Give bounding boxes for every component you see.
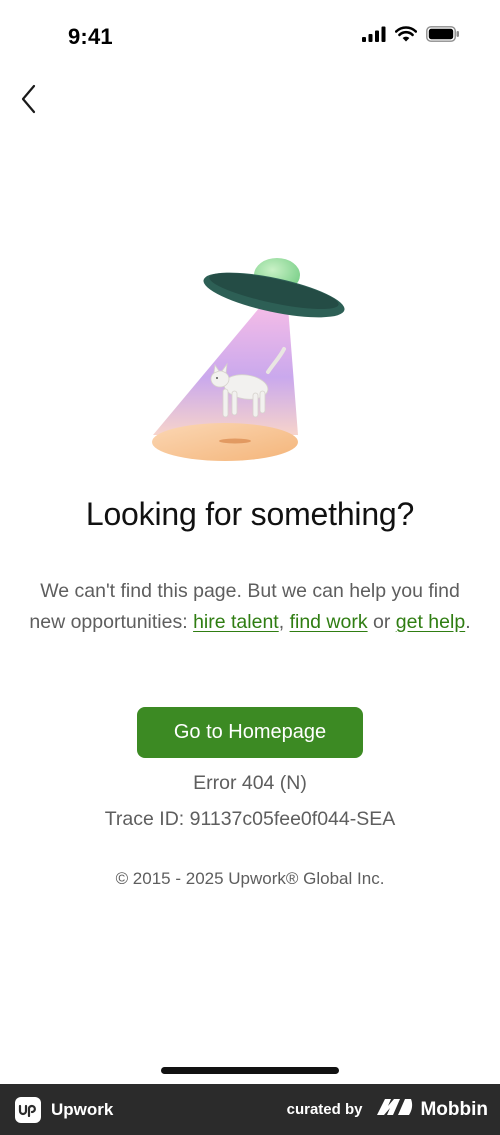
status-icons	[362, 26, 460, 47]
page-title: Looking for something?	[85, 496, 415, 532]
get-help-link[interactable]: get help	[396, 611, 465, 633]
error-code: Error 404 (N)	[193, 772, 307, 794]
home-indicator	[161, 1067, 339, 1074]
footer-credit: curated by Mobbin	[287, 1098, 488, 1121]
status-time: 9:41	[68, 24, 113, 49]
footer-app-name: Upwork	[51, 1099, 114, 1119]
back-button[interactable]	[12, 84, 46, 118]
footer-bar: Upwork curated by Mobbin	[0, 1084, 500, 1135]
ufo-cat-illustration	[148, 255, 352, 465]
message-end: .	[465, 611, 471, 633]
separator-comma: ,	[278, 611, 290, 633]
hire-talent-link[interactable]: hire talent	[193, 611, 279, 633]
go-to-homepage-button[interactable]: Go to Homepage	[137, 707, 363, 758]
status-bar: 9:41	[0, 0, 500, 74]
copyright: © 2015 - 2025 Upwork® Global Inc.	[115, 869, 385, 888]
find-work-link[interactable]: find work	[290, 611, 368, 633]
mobbin-logo-icon	[376, 1098, 414, 1121]
chevron-left-icon	[21, 84, 37, 119]
curated-by-label: curated by	[286, 1101, 363, 1118]
upwork-logo-icon	[15, 1096, 41, 1123]
mobbin-brand: Mobbin	[376, 1098, 488, 1121]
footer-app: Upwork	[15, 1096, 114, 1123]
battery-icon	[426, 26, 460, 47]
wifi-icon	[394, 26, 418, 47]
cellular-signal-icon	[362, 26, 386, 47]
separator-or: or	[367, 611, 396, 633]
mobbin-brand-name: Mobbin	[420, 1098, 488, 1120]
error-message: We can't find this page. But we can help…	[26, 576, 474, 638]
trace-id: Trace ID: 91137c05fee0f044-SEA	[104, 808, 396, 830]
